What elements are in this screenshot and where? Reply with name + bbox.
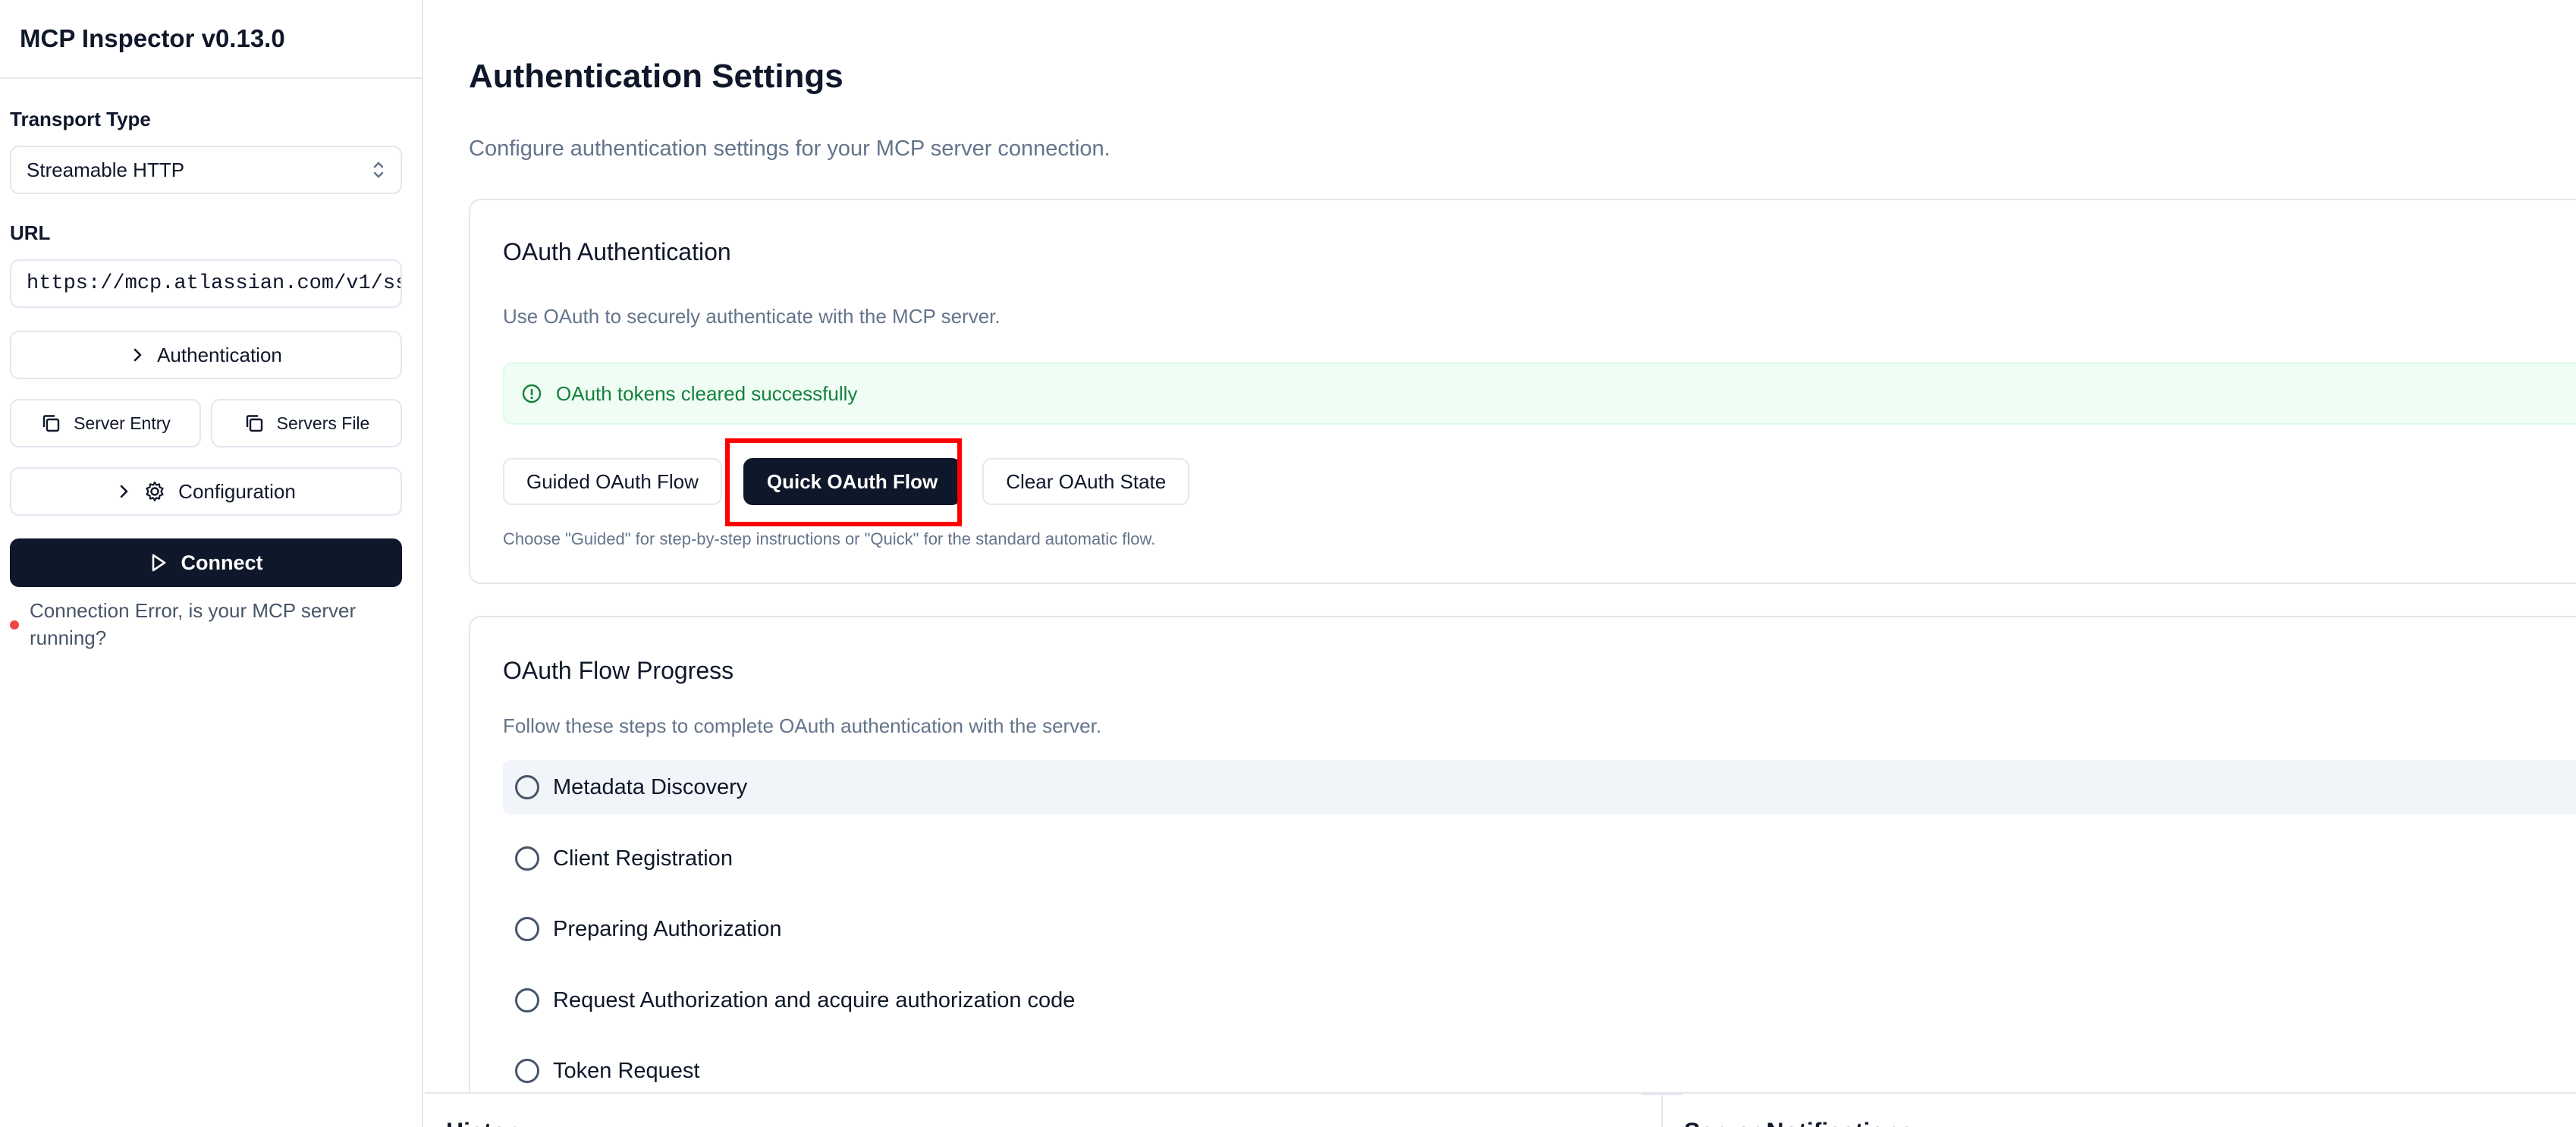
step-label: Token Request — [553, 1058, 700, 1083]
url-label: URL — [10, 221, 51, 244]
configuration-label: Configuration — [178, 479, 296, 503]
transport-type-label: Transport Type — [10, 108, 151, 130]
servers-file-button[interactable]: Servers File — [211, 399, 402, 447]
progress-card-description: Follow these steps to complete OAuth aut… — [503, 714, 1102, 737]
success-alert: OAuth tokens cleared successfully — [503, 363, 2576, 425]
server-notifications-label: Server Notifications — [1684, 1118, 1913, 1127]
connection-status: Connection Error, is your MCP server run… — [10, 597, 404, 651]
authentication-label: Authentication — [157, 343, 282, 366]
oauth-flow-hint: Choose "Guided" for step-by-step instruc… — [503, 529, 1156, 548]
transport-type-select[interactable]: Streamable HTTP — [10, 146, 402, 194]
step-label: Preparing Authorization — [553, 916, 782, 941]
step-client-registration: Client Registration — [503, 831, 2576, 886]
history-label: History — [446, 1118, 529, 1127]
transport-type-value: Streamable HTTP — [27, 158, 185, 181]
step-preparing-authorization: Preparing Authorization — [503, 902, 2576, 956]
url-value: https://mcp.atlassian.com/v1/sse — [27, 272, 402, 295]
url-input[interactable]: https://mcp.atlassian.com/v1/sse — [10, 259, 402, 308]
copy-icon — [246, 415, 262, 432]
guided-oauth-flow-button[interactable]: Guided OAuth Flow — [503, 458, 722, 505]
app-title: MCP Inspector v0.13.0 — [20, 24, 285, 52]
oauth-flow-progress-card: OAuth Flow Progress Follow these steps t… — [469, 616, 2576, 1127]
server-entry-button[interactable]: Server Entry — [10, 399, 201, 447]
servers-file-label: Servers File — [276, 413, 370, 433]
progress-card-title: OAuth Flow Progress — [503, 657, 734, 684]
info-circle-icon — [522, 384, 542, 403]
sidebar: MCP Inspector v0.13.0 Transport Type Str… — [0, 0, 423, 1127]
quick-oauth-flow-button[interactable]: Quick OAuth Flow — [743, 458, 962, 505]
page-subtitle: Configure authentication settings for yo… — [469, 137, 1111, 161]
step-circle-icon — [515, 1059, 539, 1083]
oauth-card-description: Use OAuth to securely authenticate with … — [503, 305, 1001, 328]
main-content: Authentication Settings Configure authen… — [425, 0, 2576, 1127]
oauth-button-row: Guided OAuth Flow Quick OAuth Flow Clear… — [503, 458, 1190, 505]
clear-oauth-state-button[interactable]: Clear OAuth State — [982, 458, 1190, 505]
authentication-toggle-button[interactable]: Authentication — [10, 331, 402, 379]
step-label: Client Registration — [553, 846, 733, 871]
step-label: Request Authorization and acquire author… — [553, 987, 1076, 1012]
bottom-panel: History Server Notifications — [425, 1092, 2576, 1127]
sidebar-header: MCP Inspector v0.13.0 — [0, 0, 422, 79]
copy-icon — [42, 415, 60, 432]
oauth-authentication-card: OAuth Authentication Use OAuth to secure… — [469, 199, 2576, 584]
connect-button[interactable]: Connect — [10, 538, 402, 587]
connect-label: Connect — [181, 551, 263, 574]
step-circle-icon — [515, 775, 539, 799]
gear-icon — [146, 481, 164, 502]
step-label: Metadata Discovery — [553, 774, 748, 799]
connection-status-text: Connection Error, is your MCP server run… — [30, 599, 357, 649]
step-circle-icon — [515, 917, 539, 941]
page-title: Authentication Settings — [469, 58, 843, 95]
configuration-toggle-button[interactable]: Configuration — [10, 467, 402, 516]
step-metadata-discovery: Metadata Discovery — [503, 760, 2576, 815]
chevron-right-icon — [120, 485, 128, 498]
server-entry-label: Server Entry — [74, 413, 171, 433]
play-icon — [152, 554, 165, 572]
chevrons-up-down-icon — [372, 160, 385, 180]
step-circle-icon — [515, 988, 539, 1012]
oauth-card-title: OAuth Authentication — [503, 238, 731, 265]
chevron-right-icon — [134, 348, 142, 362]
alert-text: OAuth tokens cleared successfully — [556, 381, 858, 405]
status-dot-icon — [10, 620, 19, 629]
step-request-authorization: Request Authorization and acquire author… — [503, 973, 2576, 1028]
panel-divider — [1661, 1094, 1663, 1127]
step-token-request: Token Request — [503, 1044, 2576, 1098]
step-circle-icon — [515, 846, 539, 871]
